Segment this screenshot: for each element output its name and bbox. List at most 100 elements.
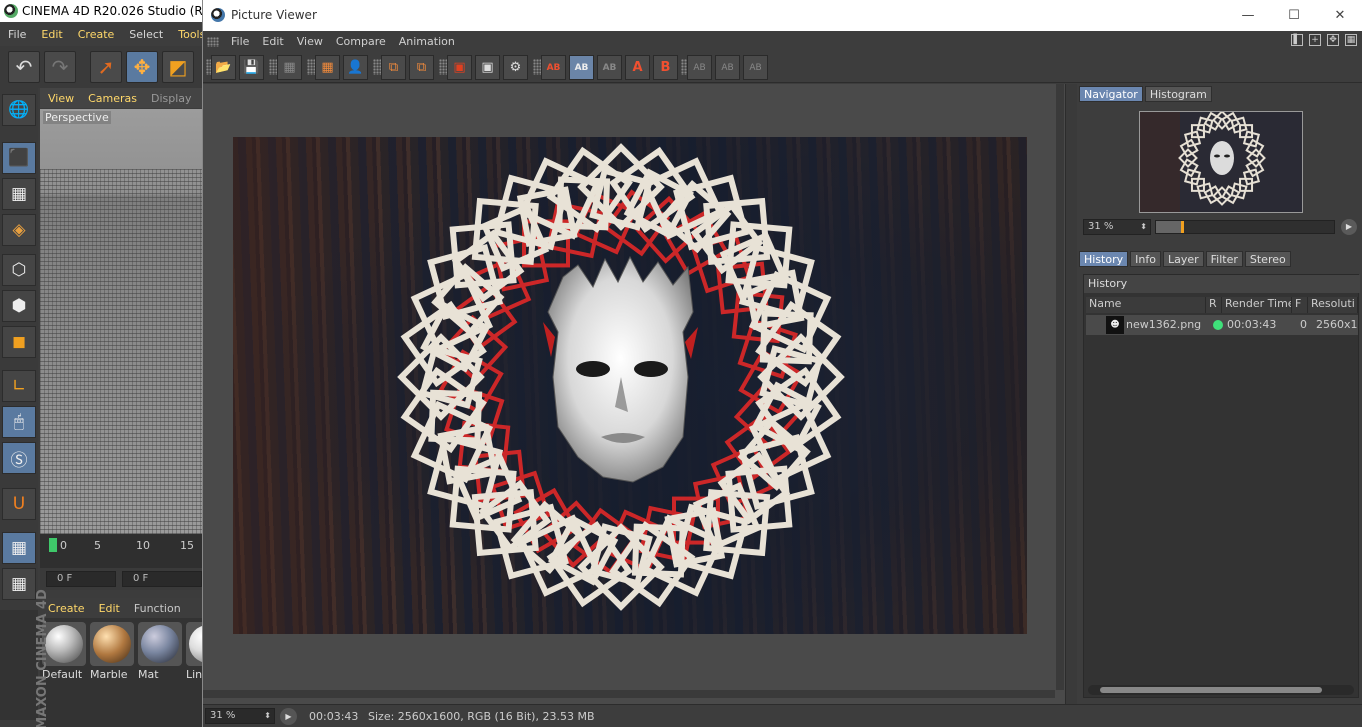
compare-ab-icon[interactable]: AB [541,55,566,80]
tab-stereo[interactable]: Stereo [1244,251,1291,267]
col-r[interactable]: R [1206,297,1222,313]
compare-mode-2-icon[interactable]: AB [715,55,740,80]
render-to-viewer-icon[interactable]: ▣ [475,55,500,80]
tab-info[interactable]: Info [1130,251,1161,267]
perspective-viewport[interactable]: Perspective [40,109,202,534]
status-zoom-field[interactable]: 31 % ⬍ [205,708,275,724]
grid-panel-icon[interactable]: ▦ [1345,34,1357,46]
globe-mode-icon[interactable]: 🌐 [2,94,36,126]
current-frame-field[interactable]: 0 F [46,571,116,587]
compare-mode-3-icon[interactable]: AB [743,55,768,80]
texture-mode-icon[interactable]: ▦ [2,178,36,210]
col-frame[interactable]: F [1292,297,1308,313]
add-panel-icon[interactable]: + [1309,34,1321,46]
material-marble[interactable]: Marble [90,622,134,681]
pv-menu-view[interactable]: View [291,35,330,48]
copy-image-icon[interactable]: ⧉ [381,55,406,80]
c4d-menu-create[interactable]: Create [70,28,122,41]
navigator-zoom-field[interactable]: 31 % ⬍ [1083,219,1151,235]
tweak-mode-icon[interactable]: 🖱 [2,406,36,438]
set-as-a-icon[interactable]: A [625,55,650,80]
model-mode-icon[interactable]: ⬛ [2,142,36,174]
tab-navigator[interactable]: Navigator [1079,86,1143,102]
material-menu-function[interactable]: Function [126,602,187,615]
canvas-horizontal-scrollbar[interactable] [203,690,1055,698]
select-arrow-icon[interactable]: ➚ [90,51,122,83]
navigator-zoom-row: 31 % ⬍ ▶ [1083,219,1359,237]
col-render-time[interactable]: Render Time [1222,297,1292,313]
edges-mode-icon[interactable]: ⬢ [2,290,36,322]
c4d-title-text: CINEMA 4D R20.026 Studio (RC - R [22,4,202,18]
close-icon[interactable]: ✕ [1317,0,1362,31]
pv-menu-compare[interactable]: Compare [330,35,393,48]
workplane-icon[interactable]: ◈ [2,214,36,246]
col-name[interactable]: Name [1086,297,1206,313]
panel-layout-icon[interactable]: ▌ [1291,34,1303,46]
compare-mode-1-icon[interactable]: AB [687,55,712,80]
c4d-menu-edit[interactable]: Edit [33,28,69,41]
c4d-menu-select[interactable]: Select [121,28,170,41]
workplane-lock-icon[interactable]: ▦ [2,532,36,564]
render-region-icon[interactable]: ▦ [315,55,340,80]
zoom-slider-handle[interactable] [1180,221,1184,233]
stop-render-icon[interactable]: ▣ [447,55,472,80]
stepper-icon: ⬍ [264,711,271,720]
canvas-vertical-scrollbar[interactable] [1056,84,1064,690]
save-file-icon[interactable]: 💾 [239,55,264,80]
compare-ab-split-icon[interactable]: AB [569,55,594,80]
status-play-icon[interactable]: ▶ [280,708,297,725]
history-row[interactable]: ☻ new1362.png 00:03:43 0 2560x1600 [1086,315,1358,335]
c4d-menu-tools[interactable]: Tools [170,28,202,41]
compare-ab-swap-icon[interactable]: AB [597,55,622,80]
viewport-menu-cameras[interactable]: Cameras [80,92,143,105]
history-horizontal-scrollbar[interactable] [1088,685,1354,695]
render-person-icon[interactable]: 👤 [343,55,368,80]
material-lin[interactable]: Lin [186,622,202,681]
minimize-icon[interactable]: — [1225,0,1271,31]
points-mode-icon[interactable]: ⬡ [2,254,36,286]
tab-histogram[interactable]: Histogram [1144,86,1212,102]
open-file-icon[interactable]: 📂 [211,55,236,80]
polygons-mode-icon[interactable]: ◼ [2,326,36,358]
col-resolution[interactable]: Resoluti [1308,297,1358,313]
image-canvas-area[interactable] [203,84,1065,704]
tab-filter[interactable]: Filter [1205,251,1243,267]
history-scroll-thumb[interactable] [1100,687,1322,693]
tab-history[interactable]: History [1079,251,1129,267]
navigator-thumbnail[interactable] [1139,111,1303,213]
axis-mode-icon[interactable]: ∟ [2,370,36,402]
rendered-image[interactable] [233,137,1027,634]
pv-menu-edit[interactable]: Edit [256,35,290,48]
c4d-menu-file[interactable]: File [0,28,33,41]
tab-layer[interactable]: Layer [1162,251,1204,267]
snap-magnet-icon[interactable]: U [2,488,36,520]
viewport-menu-display[interactable]: Display [143,92,198,105]
range-start-field[interactable]: 0 F [122,571,202,587]
viewport-menu-view[interactable]: View [40,92,80,105]
navigator-zoom-value: 31 % [1088,221,1114,232]
move-tool-icon[interactable]: ✥ [126,51,158,83]
timeline[interactable]: 0 5 10 15 [40,534,202,568]
material-menu-edit[interactable]: Edit [91,602,126,615]
material-preview [138,622,182,666]
maximize-icon[interactable]: ☐ [1271,0,1317,31]
material-mat[interactable]: Mat [138,622,182,681]
pv-menu-animation[interactable]: Animation [393,35,462,48]
grid-view-icon[interactable]: ▦ [277,55,302,80]
paste-image-icon[interactable]: ⧉ [409,55,434,80]
zoom-play-icon[interactable]: ▶ [1341,219,1357,235]
grid-align-icon[interactable]: ▦ [2,568,36,600]
navigator-zoom-slider[interactable] [1155,220,1335,234]
redo-icon[interactable]: ↷ [44,51,76,83]
move-panel-icon[interactable]: ✥ [1327,34,1339,46]
stepper-icon: ⬍ [1140,222,1147,231]
timeline-playhead[interactable] [49,538,57,552]
render-settings-icon[interactable]: ⚙ [503,55,528,80]
scale-tool-icon[interactable]: ◩ [162,51,194,83]
set-as-b-icon[interactable]: B [653,55,678,80]
solo-mode-icon[interactable]: Ⓢ [2,442,36,474]
panel-divider[interactable] [1065,84,1077,704]
undo-icon[interactable]: ↶ [8,51,40,83]
pv-menu-file[interactable]: File [225,35,256,48]
history-resolution: 2560x1600 [1316,318,1358,331]
